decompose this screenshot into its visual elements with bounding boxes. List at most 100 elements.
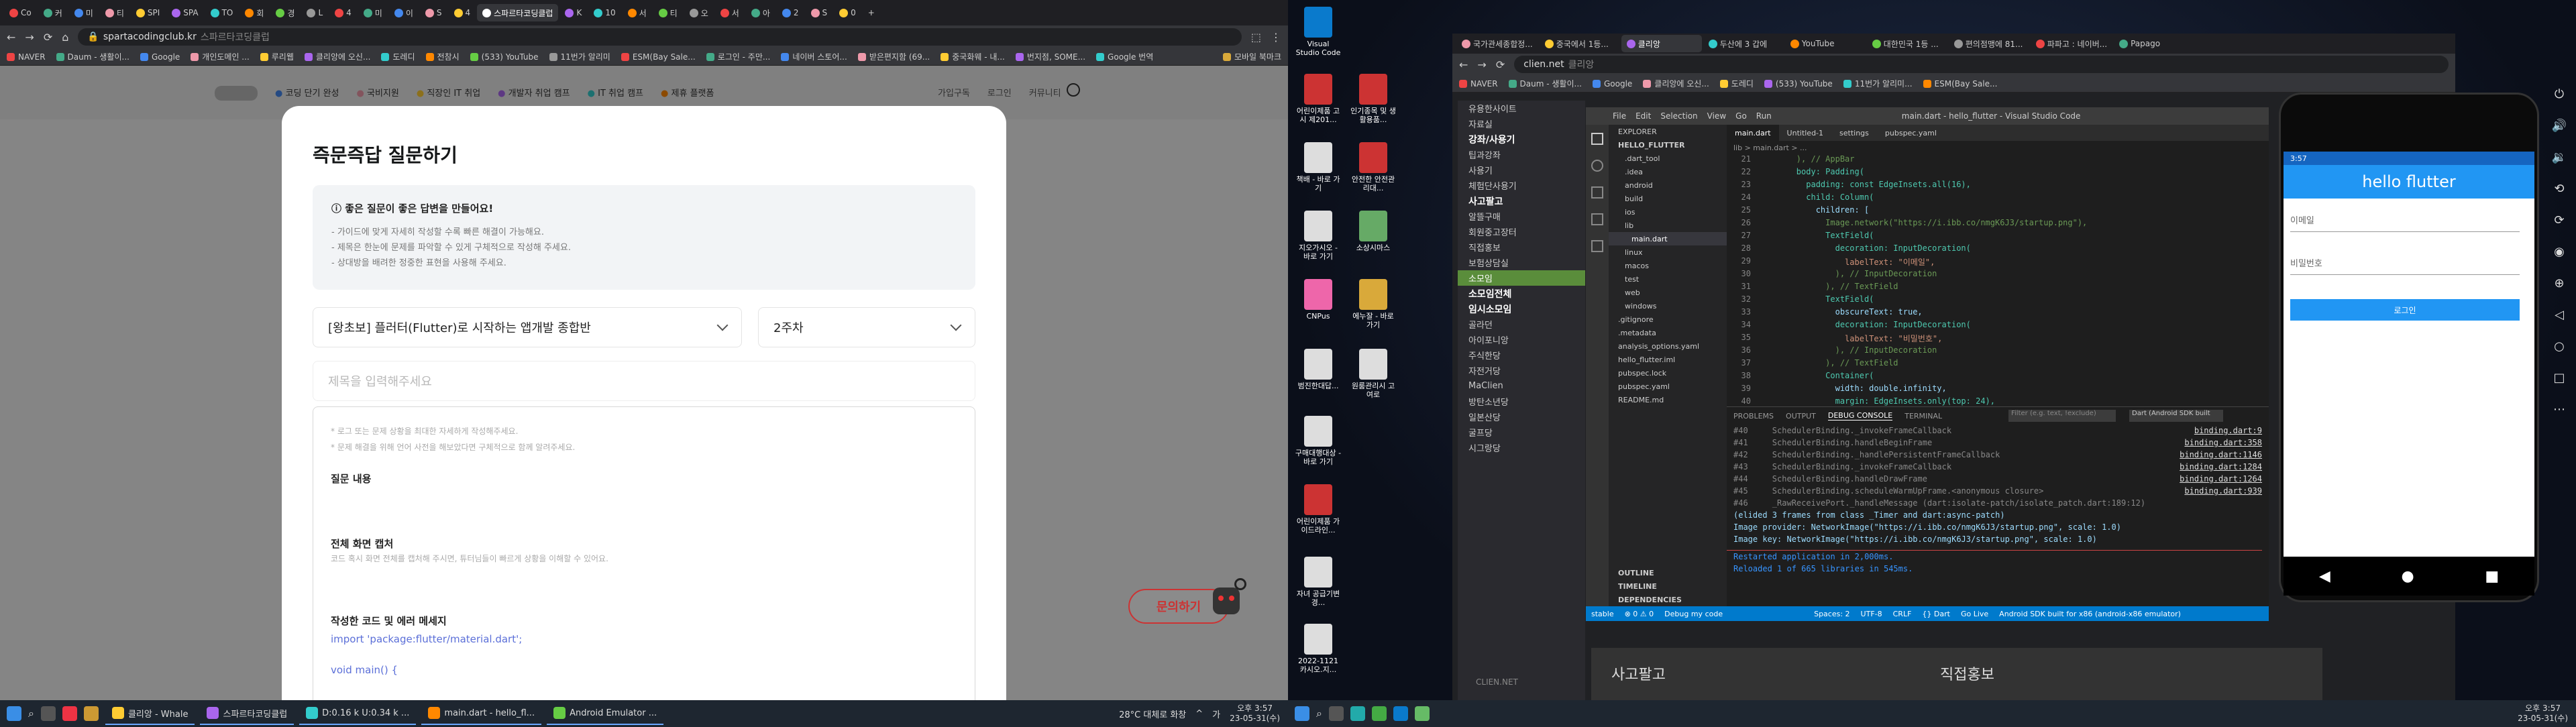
desktop-icon[interactable]: 범진한대답... — [1295, 349, 1342, 390]
browser-tab[interactable]: SPA — [166, 4, 203, 21]
desktop-icon[interactable]: Visual Studio Code — [1295, 7, 1342, 57]
sidebar-item[interactable]: 소모임 — [1458, 270, 1585, 286]
bookmark-item[interactable]: 클리앙에 오신... — [1643, 78, 1709, 89]
clock[interactable]: 오후 3:57 23-05-31(수) — [2518, 704, 2568, 724]
home-icon[interactable]: ○ — [2554, 339, 2565, 353]
bookmark-item[interactable]: ESM(Bay Sale... — [621, 52, 696, 62]
bookmark-item[interactable]: Daum - 생활이... — [1508, 78, 1582, 89]
home-icon[interactable]: ⌂ — [62, 31, 68, 44]
bookmark-item[interactable]: 클리앙에 오신... — [304, 51, 370, 62]
course-select[interactable]: [왕초보] 플러터(Flutter)로 시작하는 앱개발 종합반 — [313, 307, 742, 347]
browser-tab[interactable]: 4 — [449, 4, 476, 21]
sidebar-item[interactable]: 아이포니앙 — [1458, 332, 1585, 347]
menu-icon[interactable]: ⋮ — [1271, 31, 1281, 44]
extensions-icon[interactable]: ⬚ — [1251, 31, 1261, 44]
windows-start-icon[interactable] — [1295, 706, 1309, 721]
browser-tab[interactable]: 10 — [588, 4, 621, 21]
sidebar-item[interactable]: 체험단사용기 — [1458, 178, 1585, 193]
extensions-icon[interactable] — [1591, 240, 1603, 252]
files-icon[interactable] — [1591, 133, 1603, 145]
browser-tab[interactable]: S — [420, 4, 447, 21]
browser-tab[interactable]: 두산에 3 갑에 — [1703, 35, 1784, 52]
sidebar-item[interactable]: 사용기 — [1458, 162, 1585, 178]
editor-tab[interactable]: Untitled-1 — [1779, 125, 1831, 141]
emulator-screen[interactable]: 3:57 hello flutter 이메일 비밀번호 로그인 — [2284, 152, 2534, 557]
console-link[interactable]: binding.dart:9 — [2194, 425, 2269, 437]
bookmark-folder[interactable]: 모바일 북마크 — [1222, 51, 1281, 62]
footer-link[interactable]: 사고팔고 — [1611, 663, 1666, 684]
sidebar-item[interactable]: 보험상담실 — [1458, 255, 1585, 270]
back-icon[interactable]: ← — [7, 31, 15, 44]
desktop-icon[interactable]: CNPus — [1295, 279, 1342, 321]
bookmark-item[interactable]: 도레디 — [381, 51, 415, 62]
bookmark-item[interactable]: NAVER — [1459, 79, 1498, 89]
status-item[interactable]: Android SDK built for x86 (android-x86 e… — [1999, 610, 2181, 618]
camera-icon[interactable]: ◉ — [2554, 245, 2565, 259]
browser-tab[interactable]: 서 — [715, 4, 745, 21]
browser-tab[interactable]: 이 — [389, 4, 419, 21]
file-tree-item[interactable]: .idea — [1609, 165, 1727, 178]
file-tree-item[interactable]: test — [1609, 272, 1727, 286]
browser-tab[interactable]: SPI — [131, 4, 165, 21]
login-button[interactable]: 로그인 — [2290, 299, 2520, 321]
outline-section[interactable]: OUTLINE — [1609, 566, 1727, 579]
file-tree-item[interactable]: main.dart — [1609, 232, 1727, 245]
file-tree-item[interactable]: windows — [1609, 299, 1727, 313]
browser-tab[interactable]: Co — [4, 4, 37, 21]
browser-tab[interactable]: 미 — [69, 4, 99, 21]
sidebar-item[interactable]: 사고팔고 — [1458, 193, 1585, 209]
question-editor[interactable]: * 로그 또는 문제 상황을 최대한 자세하게 작성해주세요. * 문제 해결을… — [313, 406, 975, 703]
bookmark-item[interactable]: 루리웹 — [260, 51, 294, 62]
browser-tab[interactable]: 아 — [746, 4, 775, 21]
desktop-icon[interactable]: 에누잘 - 바로 가기 — [1350, 279, 1397, 329]
weather-text[interactable]: 28°C 대체로 화창 — [1119, 708, 1186, 720]
panel-tab[interactable]: DEBUG CONSOLE — [1827, 411, 1893, 421]
sidebar-item[interactable]: 소모임전체 — [1458, 286, 1585, 301]
rotate-right-icon[interactable]: ⟳ — [2554, 213, 2564, 227]
email-field[interactable]: 이메일 — [2290, 213, 2520, 232]
overview-icon[interactable]: □ — [2553, 371, 2565, 385]
file-tree-item[interactable]: build — [1609, 192, 1727, 205]
browser-tab[interactable]: 4 — [329, 4, 357, 21]
taskbar-app[interactable]: D:0.16 k U:0.34 k ... — [299, 702, 417, 725]
url-input[interactable]: clien.net 클리앙 — [1514, 56, 2449, 73]
bookmark-item[interactable]: 받은편지함 (69... — [857, 51, 930, 62]
bookmark-item[interactable]: 네이버 스토어... — [781, 51, 847, 62]
desktop-icon[interactable]: 소상시마스 — [1350, 211, 1397, 252]
desktop-icon[interactable]: 안전한 안전관리대... — [1350, 142, 1397, 192]
file-tree-item[interactable]: macos — [1609, 259, 1727, 272]
back-icon[interactable]: ← — [1459, 58, 1468, 71]
footer-link[interactable]: 직접홍보 — [1940, 663, 1994, 684]
sidebar-item[interactable]: 굴프당 — [1458, 425, 1585, 440]
sidebar-item[interactable]: 강좌/사용기 — [1458, 131, 1585, 147]
reload-icon[interactable]: ⟳ — [1496, 58, 1505, 71]
console-filter-input[interactable]: Filter (e.g. text, !exclude) — [2008, 410, 2116, 422]
zoom-icon[interactable]: ⊕ — [2554, 276, 2564, 290]
browser-tab[interactable]: 서 — [623, 4, 652, 21]
sidebar-item[interactable]: 임시소모임 — [1458, 301, 1585, 317]
rotate-icon[interactable]: ⟲ — [2554, 182, 2564, 196]
reload-icon[interactable]: ⟳ — [44, 31, 52, 44]
browser-tab[interactable]: 국가관세종합정... — [1456, 35, 1538, 52]
browser-tab[interactable]: TO — [205, 4, 239, 21]
status-item[interactable]: Go Live — [1961, 610, 1988, 618]
windows-start-icon[interactable] — [7, 706, 21, 721]
sidebar-item[interactable]: 골라던 — [1458, 317, 1585, 332]
desktop-icon[interactable]: 어린이제품 가이드라인... — [1295, 484, 1342, 535]
sidebar-item[interactable]: 시그랑당 — [1458, 440, 1585, 455]
bookmark-item[interactable]: NAVER — [7, 52, 46, 62]
outline-section[interactable]: TIMELINE — [1609, 579, 1727, 593]
file-tree-item[interactable]: .dart_tool — [1609, 152, 1727, 165]
console-link[interactable]: binding.dart:358 — [2184, 437, 2269, 449]
browser-tab[interactable]: Papago — [2114, 35, 2194, 52]
whale-icon[interactable] — [1350, 706, 1365, 721]
sidebar-item[interactable]: 주식한당 — [1458, 347, 1585, 363]
sidebar-item[interactable]: 알뜰구매 — [1458, 209, 1585, 224]
sidebar-item[interactable]: MaClien — [1458, 378, 1585, 394]
url-input[interactable]: 🔒 spartacodingclub.kr 스파르타코딩클럽 — [78, 28, 1242, 46]
back-icon[interactable]: ◁ — [2555, 308, 2564, 322]
browser-tab[interactable]: 티 — [653, 4, 683, 21]
status-item[interactable]: {} Dart — [1922, 610, 1950, 618]
bookmark-item[interactable]: 로그인 - 주만... — [706, 51, 770, 62]
bookmark-item[interactable]: Google — [140, 52, 180, 62]
